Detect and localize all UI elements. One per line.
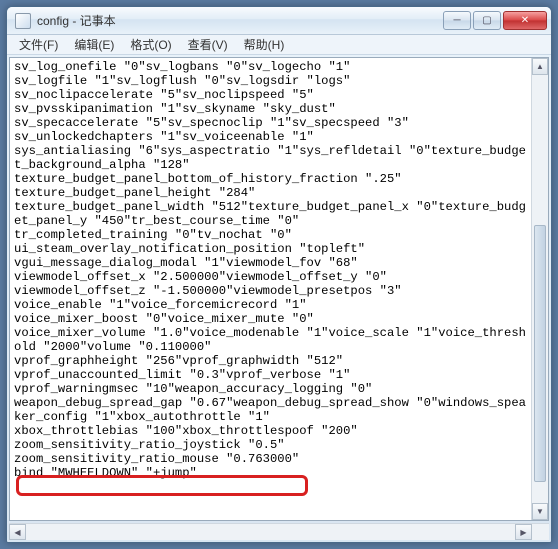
- menu-file[interactable]: 文件(F): [11, 34, 66, 55]
- notepad-window: config - 记事本 ─ ▢ ✕ 文件(F) 编辑(E) 格式(O) 查看(…: [6, 6, 552, 543]
- text-editor[interactable]: sv_log_onefile "0"sv_logbans "0"sv_logec…: [10, 58, 531, 520]
- scroll-down-button[interactable]: ▼: [532, 503, 548, 520]
- minimize-button[interactable]: ─: [443, 11, 471, 30]
- menu-format[interactable]: 格式(O): [122, 34, 179, 55]
- menu-view[interactable]: 查看(V): [180, 34, 236, 55]
- content-area: sv_log_onefile "0"sv_logbans "0"sv_logec…: [9, 57, 549, 521]
- horizontal-scrollbar[interactable]: ◀ ▶: [9, 523, 549, 540]
- window-controls: ─ ▢ ✕: [443, 11, 547, 30]
- app-icon: [15, 13, 31, 29]
- scroll-corner: [532, 524, 549, 540]
- vertical-scrollbar[interactable]: ▲ ▼: [531, 58, 548, 520]
- close-button[interactable]: ✕: [503, 11, 547, 30]
- scroll-up-button[interactable]: ▲: [532, 58, 548, 75]
- scroll-left-button[interactable]: ◀: [9, 524, 26, 540]
- menubar: 文件(F) 编辑(E) 格式(O) 查看(V) 帮助(H): [7, 35, 551, 55]
- window-title: config - 记事本: [37, 12, 443, 29]
- vertical-scroll-track[interactable]: [532, 75, 548, 503]
- vertical-scroll-thumb[interactable]: [534, 225, 546, 482]
- maximize-button[interactable]: ▢: [473, 11, 501, 30]
- menu-edit[interactable]: 编辑(E): [66, 34, 122, 55]
- menu-help[interactable]: 帮助(H): [236, 34, 293, 55]
- scroll-right-button[interactable]: ▶: [515, 524, 532, 540]
- titlebar[interactable]: config - 记事本 ─ ▢ ✕: [7, 7, 551, 35]
- horizontal-scroll-track[interactable]: [26, 524, 515, 540]
